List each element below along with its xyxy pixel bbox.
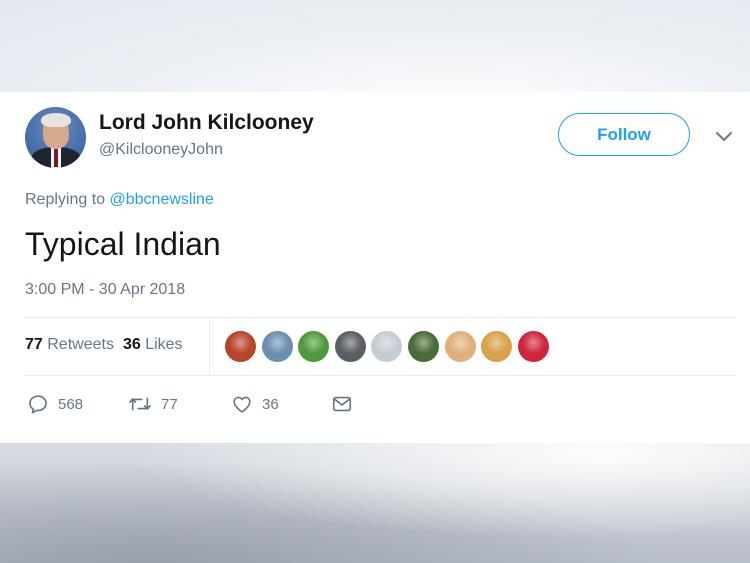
cartoon-avatar[interactable] — [261, 331, 293, 362]
tweet-stats: 77 Retweets 36 Likes — [25, 336, 183, 354]
heart-icon — [233, 396, 251, 413]
follow-button[interactable]: Follow — [558, 113, 690, 156]
retweet-icon — [129, 397, 151, 411]
divider — [25, 317, 735, 318]
envelope-icon — [332, 396, 352, 412]
reply-mention-link[interactable]: @bbcnewsline — [110, 191, 214, 208]
background-bottom — [0, 443, 750, 563]
person-avatar[interactable] — [444, 331, 476, 362]
retweet-action[interactable]: 77 — [128, 392, 178, 416]
like-count: 36 — [262, 395, 279, 413]
background-top — [0, 0, 750, 92]
retweets-stat[interactable]: 77 Retweets — [25, 336, 114, 353]
like-action[interactable]: 36 — [231, 392, 279, 416]
divider — [25, 375, 735, 376]
likes-stat[interactable]: 36 Likes — [123, 336, 183, 353]
divider — [209, 317, 210, 375]
food-avatar[interactable] — [481, 331, 513, 362]
retweet-count: 77 — [161, 395, 178, 413]
red-rose-avatar[interactable] — [517, 331, 549, 362]
replying-to-label: Replying to — [25, 191, 106, 208]
avatar[interactable] — [25, 107, 86, 168]
tweet-timestamp[interactable]: 3:00 PM - 30 Apr 2018 — [25, 281, 185, 299]
animal-avatar[interactable] — [334, 331, 366, 362]
reply-action[interactable]: 568 — [27, 392, 83, 416]
chevron-down-icon[interactable] — [714, 129, 734, 145]
tweet-text: Typical Indian — [25, 226, 221, 262]
dark-green-avatar[interactable] — [408, 331, 439, 362]
reply-count: 568 — [58, 395, 84, 413]
silhouette-sunset-avatar[interactable] — [225, 331, 256, 362]
display-name[interactable]: Lord John Kilclooney — [99, 111, 314, 135]
direct-message-action[interactable] — [331, 392, 353, 416]
user-handle[interactable]: @KilclooneyJohn — [99, 141, 223, 159]
replying-to: Replying to @bbcnewsline — [25, 191, 214, 209]
green-figure-avatar[interactable] — [298, 331, 330, 362]
reply-icon — [29, 395, 47, 414]
